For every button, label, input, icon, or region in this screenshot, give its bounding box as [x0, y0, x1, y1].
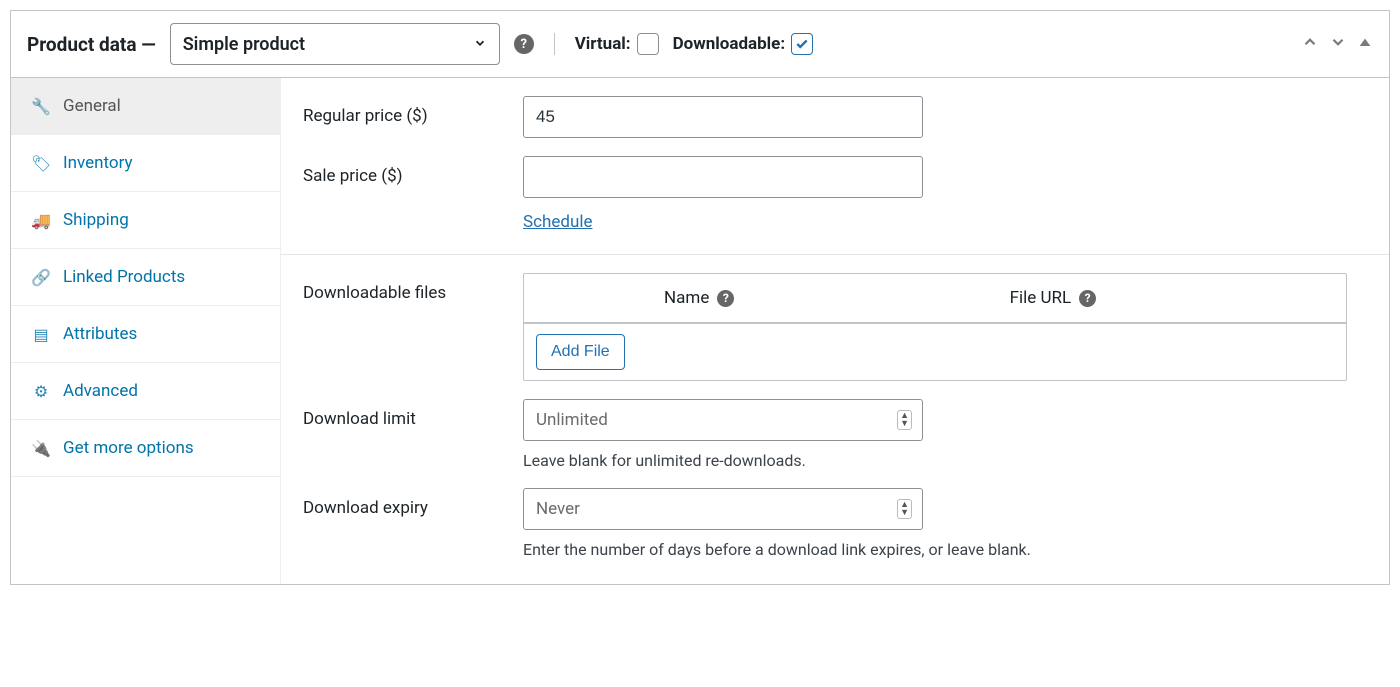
separator	[554, 33, 555, 55]
tab-advanced[interactable]: ⚙ Advanced	[11, 363, 280, 420]
download-limit-label: Download limit	[303, 399, 523, 429]
stepper-arrows-icon[interactable]: ▲▼	[897, 410, 912, 430]
tab-label: Get more options	[63, 438, 194, 458]
download-expiry-input[interactable]: Never ▲▼	[523, 488, 923, 530]
product-type-select[interactable]: Simple product	[170, 23, 500, 65]
panel-controls	[1301, 33, 1373, 56]
tab-label: Attributes	[63, 324, 137, 344]
tab-label: General	[63, 96, 121, 116]
tab-label: Shipping	[63, 210, 129, 230]
tab-general[interactable]: 🔧 General	[11, 78, 280, 135]
panel-title: Product data —	[27, 33, 156, 56]
virtual-checkbox[interactable]	[637, 33, 659, 55]
panel-header: Product data — Simple product ? Virtual:…	[11, 11, 1389, 78]
downloadable-files-table: Name ? File URL ? Add File	[523, 273, 1347, 381]
downloadable-files-label: Downloadable files	[303, 273, 523, 303]
tab-label: Advanced	[63, 381, 138, 401]
sale-price-label: Sale price ($)	[303, 156, 523, 186]
general-tab-content: Regular price ($) Sale price ($) Schedul…	[281, 78, 1389, 584]
download-expiry-label: Download expiry	[303, 488, 523, 518]
sale-price-input[interactable]	[523, 156, 923, 198]
regular-price-label: Regular price ($)	[303, 96, 523, 126]
row-downloadable-files: Downloadable files Name ? File URL ?	[281, 255, 1389, 381]
row-download-expiry: Download expiry Never ▲▼ Enter the numbe…	[281, 470, 1389, 559]
downloadable-checkbox-label: Downloadable:	[673, 33, 814, 55]
collapse-icon[interactable]	[1357, 34, 1373, 55]
row-sale-price: Sale price ($) Schedule	[281, 138, 1389, 232]
stepper-arrows-icon[interactable]: ▲▼	[897, 499, 912, 519]
help-icon[interactable]: ?	[717, 290, 734, 307]
download-limit-help: Leave blank for unlimited re-downloads.	[523, 451, 1367, 470]
tab-shipping[interactable]: 🚚 Shipping	[11, 192, 280, 249]
downloadable-checkbox[interactable]	[791, 33, 813, 55]
files-col-name: Name ?	[542, 288, 856, 308]
plug-icon: 🔌	[31, 439, 51, 458]
wrench-icon: 🔧	[31, 97, 51, 116]
virtual-checkbox-label: Virtual:	[575, 33, 659, 55]
tab-get-more-options[interactable]: 🔌 Get more options	[11, 420, 280, 477]
download-expiry-help: Enter the number of days before a downlo…	[523, 540, 1367, 559]
gear-icon: ⚙	[31, 382, 51, 401]
tab-linked-products[interactable]: 🔗 Linked Products	[11, 249, 280, 306]
product-data-tabs: 🔧 General 🏷 Inventory 🚚 Shipping 🔗 Linke…	[11, 78, 281, 584]
panel-body: 🔧 General 🏷 Inventory 🚚 Shipping 🔗 Linke…	[11, 78, 1389, 584]
link-icon: 🔗	[31, 268, 51, 287]
download-limit-input[interactable]: Unlimited ▲▼	[523, 399, 923, 441]
list-icon: ▤	[31, 325, 51, 344]
tab-attributes[interactable]: ▤ Attributes	[11, 306, 280, 363]
move-up-icon[interactable]	[1301, 33, 1319, 56]
files-table-header: Name ? File URL ?	[524, 274, 1346, 324]
tab-label: Inventory	[63, 153, 133, 173]
add-file-button[interactable]: Add File	[536, 334, 625, 370]
row-download-limit: Download limit Unlimited ▲▼ Leave blank …	[281, 381, 1389, 470]
help-icon[interactable]: ?	[514, 34, 534, 54]
move-down-icon[interactable]	[1329, 33, 1347, 56]
tab-inventory[interactable]: 🏷 Inventory	[11, 135, 280, 192]
schedule-link[interactable]: Schedule	[523, 212, 592, 232]
product-type-value: Simple product	[183, 34, 305, 55]
truck-icon: 🚚	[31, 211, 51, 230]
tab-label: Linked Products	[63, 267, 185, 287]
files-col-url: File URL ?	[856, 288, 1249, 308]
chevron-down-icon	[473, 35, 487, 54]
files-table-footer: Add File	[524, 324, 1346, 380]
help-icon[interactable]: ?	[1079, 290, 1096, 307]
regular-price-input[interactable]	[523, 96, 923, 138]
row-regular-price: Regular price ($)	[281, 78, 1389, 138]
product-data-panel: Product data — Simple product ? Virtual:…	[10, 10, 1390, 585]
tag-icon: 🏷	[31, 154, 51, 173]
